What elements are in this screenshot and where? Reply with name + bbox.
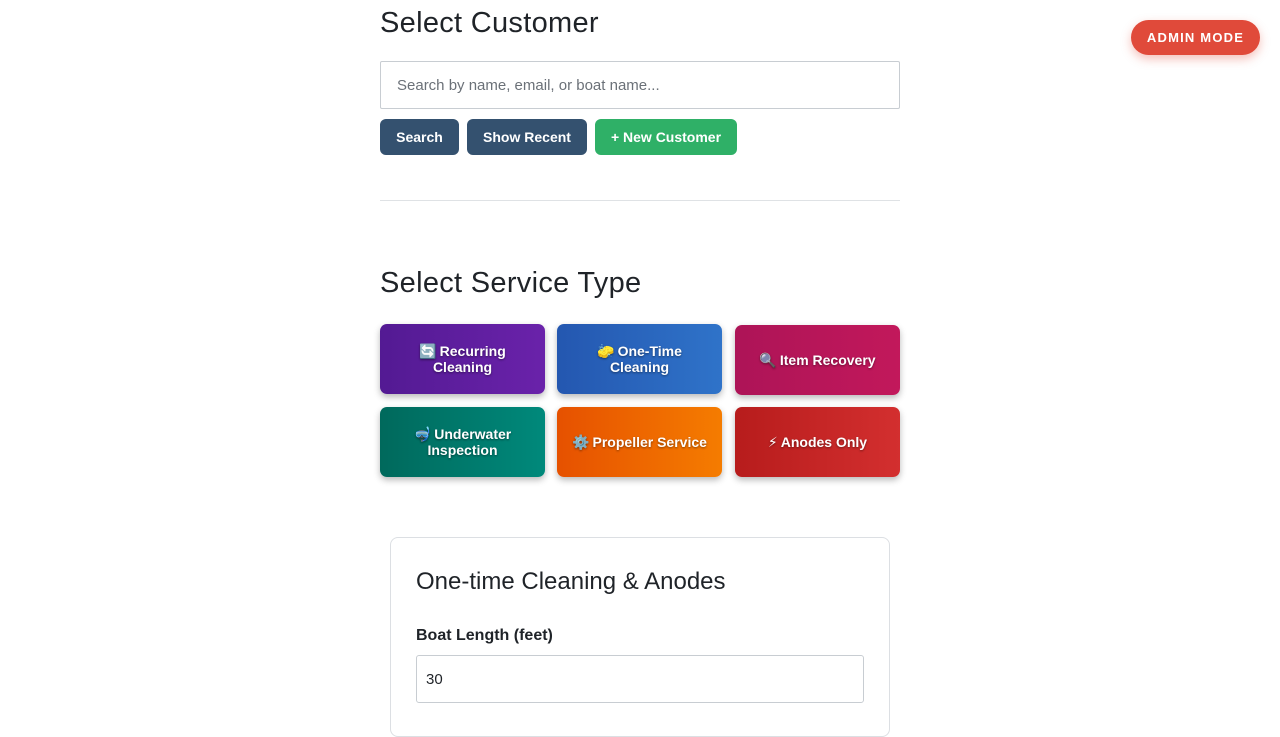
search-button[interactable]: Search [380,119,459,155]
service-label: One-Time Cleaning [609,343,682,375]
service-item-recovery-button[interactable]: 🔍 Item Recovery [735,325,900,395]
magnifier-icon: 🔍 [759,352,777,368]
service-underwater-inspection-button[interactable]: 🤿 Underwater Inspection [380,407,545,477]
gear-icon: ⚙️ [572,434,590,450]
pricing-card-title: One-time Cleaning & Anodes [416,568,726,595]
boat-length-input[interactable] [416,655,864,703]
select-customer-heading: Select Customer [380,7,599,39]
service-label: Recurring Cleaning [432,343,506,375]
service-label: Item Recovery [779,352,876,368]
boat-length-label: Boat Length (feet) [416,627,553,644]
service-propeller-service-button[interactable]: ⚙️ Propeller Service [557,407,722,477]
service-anodes-only-button[interactable]: ⚡ Anodes Only [735,407,900,477]
service-label: Propeller Service [592,434,707,450]
admin-mode-button[interactable]: ADMIN MODE [1131,20,1260,55]
service-label: Anodes Only [780,434,868,450]
customer-search-input[interactable] [380,61,900,109]
lightning-icon: ⚡ [767,434,778,450]
recurring-arrows-icon: 🔄 [419,343,437,359]
sponge-icon: 🧽 [597,343,615,359]
pricing-card: One-time Cleaning & Anodes Boat Length (… [390,537,890,737]
show-recent-button[interactable]: Show Recent [467,119,587,155]
service-label: Underwater Inspection [427,426,512,458]
select-service-heading: Select Service Type [380,267,642,299]
service-recurring-cleaning-button[interactable]: 🔄 Recurring Cleaning [380,324,545,394]
section-divider [380,200,900,201]
new-customer-button[interactable]: + New Customer [595,119,737,155]
diving-mask-icon: 🤿 [413,426,432,442]
service-one-time-cleaning-button[interactable]: 🧽 One-Time Cleaning [557,324,722,394]
